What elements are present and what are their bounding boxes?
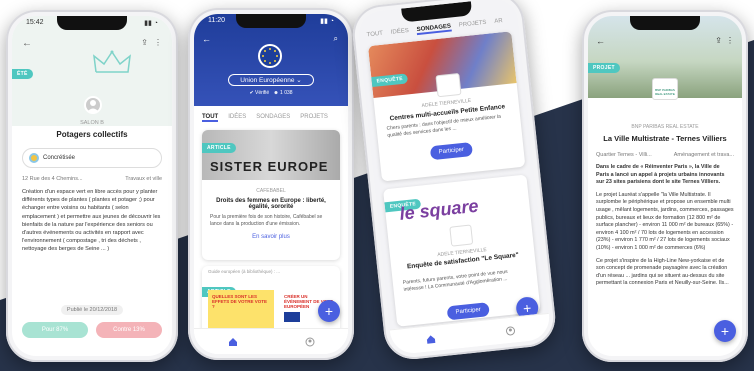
project-author: BNP PARIBAS REAL ESTATE <box>631 124 699 130</box>
followers-icon: ☻ <box>273 90 279 96</box>
card-title: Droits des femmes en Europe : liberté, é… <box>216 198 326 210</box>
phone-union-europeenne: 11:20 ▮▮ ◔ ← ⌕ Union Européenne ⌄ ✔ Vérif… <box>188 8 354 360</box>
paragraph-inspiration: Ce projet s'inspire de la High-Line New-… <box>596 257 729 287</box>
tab-tout[interactable]: TOUT <box>367 31 384 41</box>
header-area: ← ⇪ ⋮ ÉTÉ <box>12 16 172 126</box>
participate-button-2[interactable]: Participer <box>446 302 490 321</box>
share-icon[interactable]: ⇪ <box>141 38 148 47</box>
org-stats: ✔ Vérifié ☻ 1 038 <box>249 90 293 96</box>
tab-sondages[interactable]: SONDAGES <box>256 114 290 122</box>
paragraph-project: Le projet Lauréat s'appelle "la Ville Mu… <box>596 191 734 251</box>
back-icon[interactable]: ← <box>202 34 211 44</box>
article-tag: ARTICLE <box>202 143 236 153</box>
more-icon[interactable]: ⋮ <box>726 36 734 45</box>
survey-excerpt-2: Parents, futurs parents, votre point de … <box>402 268 508 293</box>
tab-projets[interactable]: PROJETS <box>459 20 487 31</box>
vote-no-button[interactable]: Contre 13% <box>96 322 162 338</box>
avatar <box>84 96 102 114</box>
tab-sondages[interactable]: SONDAGES <box>416 23 452 36</box>
survey-image: ENQUÊTE <box>367 31 517 98</box>
paragraph-intro: Dans le cadre de « Réinventer Paris », l… <box>596 164 725 186</box>
back-icon[interactable]: ← <box>22 38 32 49</box>
vote-yes-button[interactable]: Pour 87% <box>22 322 88 338</box>
phone-ville-multistrate: ← ⇪ ⋮ PROJET BNP PARIBAS REAL ESTATE BNP… <box>582 10 748 362</box>
org-name-dropdown[interactable]: Union Européenne ⌄ <box>228 74 314 86</box>
tab-projets[interactable]: PROJETS <box>300 114 328 122</box>
description-text: Création d'un espace vert en libre accès… <box>22 189 161 253</box>
search-icon[interactable]: ⌕ <box>334 34 338 44</box>
meta-row: Quartier Ternes - Villi... Aménagement e… <box>596 152 734 158</box>
tab-bar: TOUT IDÉES SONDAGES PROJETS <box>194 114 348 122</box>
phone-sondages: TOUT IDÉES SONDAGES PROJETS AR ENQUÊTE A… <box>349 0 559 363</box>
publish-date: Publié le 20/12/2018 <box>12 298 172 316</box>
phone-screen: 11:20 ▮▮ ◔ ← ⌕ Union Européenne ⌄ ✔ Vérif… <box>194 14 348 354</box>
article-card[interactable]: ARTICLE SISTER EUROPE CAFEBABEL Droits d… <box>202 130 340 260</box>
phone-notch <box>401 1 473 23</box>
back-icon[interactable]: ← <box>596 36 605 46</box>
home-icon[interactable] <box>228 337 238 347</box>
article-card-2[interactable]: Guide européen (à bibliothèque) : ... AR… <box>202 266 340 336</box>
card-excerpt: Pour la première fois de son histoire, C… <box>210 214 323 227</box>
eu-flag-icon <box>284 312 300 322</box>
more-icon[interactable]: ⋮ <box>154 38 162 47</box>
meta-row: 12 Rue des 4 Chemins... Travaux et ville <box>22 176 162 182</box>
org-logo <box>435 72 462 98</box>
tab-tout[interactable]: TOUT <box>202 114 219 122</box>
survey-tag: ENQUÊTE <box>371 73 409 88</box>
survey-card-1[interactable]: ENQUÊTE ADELE TIERNEVILLE Centres multi-… <box>367 31 526 182</box>
phone-notch <box>630 16 700 30</box>
location-text: 12 Rue des 4 Chemins... <box>22 176 83 182</box>
category-text: Travaux et ville <box>125 176 162 182</box>
add-button[interactable]: + <box>714 320 736 342</box>
page-title: La Ville Multistrate - Ternes Villiers <box>603 134 727 143</box>
bottom-nav <box>194 328 348 354</box>
verified-icon: ✔ <box>249 90 254 96</box>
org-logo-2 <box>449 224 474 247</box>
participate-button[interactable]: Participer <box>430 142 473 161</box>
status-bar: 11:20 ▮▮ ◔ <box>208 17 334 25</box>
share-icon[interactable]: ⇪ <box>715 36 722 45</box>
phone-screen: TOUT IDÉES SONDAGES PROJETS AR ENQUÊTE A… <box>356 0 552 356</box>
eu-logo <box>258 44 282 68</box>
tab-idees[interactable]: IDÉES <box>228 114 246 122</box>
chevron-down-icon: ⌄ <box>296 77 302 84</box>
location-text: Quartier Ternes - Villi... <box>596 152 652 158</box>
org-logo: BNP PARIBAS REAL ESTATE <box>652 78 678 100</box>
profile-icon[interactable] <box>505 325 516 336</box>
status-pill: Concrétisée <box>22 148 162 168</box>
status-icon <box>29 153 39 163</box>
crown-illustration-icon <box>92 50 132 76</box>
page-title: Potagers collectifs <box>56 130 128 139</box>
card-author: CAFEBABEL <box>256 188 286 194</box>
article-image: ARTICLE SISTER EUROPE <box>202 130 340 180</box>
tab-more[interactable]: AR <box>494 18 503 27</box>
add-button[interactable]: + <box>318 300 340 322</box>
card2-header: Guide européen (à bibliothèque) : ... <box>208 269 281 274</box>
phone-screen: 15:42 ▮▮ ◔ ← ⇪ ⋮ ÉTÉ SALON B Potagers col… <box>12 16 172 356</box>
phone-screen: ← ⇪ ⋮ PROJET BNP PARIBAS REAL ESTATE BNP… <box>588 16 742 356</box>
profile-icon[interactable] <box>305 337 315 347</box>
banner-text: SISTER EUROPE <box>210 159 329 174</box>
project-tag: PROJET <box>588 63 620 73</box>
project-description: Dans le cadre de « Réinventer Paris », l… <box>596 164 734 350</box>
phone-potagers: 15:42 ▮▮ ◔ ← ⇪ ⋮ ÉTÉ SALON B Potagers col… <box>6 10 178 362</box>
author-name[interactable]: SALON B <box>12 120 172 126</box>
card2-image-left: QUELLES SONT LES EFFETS DE VOTRE VOTE ? <box>208 290 274 330</box>
category-tag: ÉTÉ <box>12 69 33 79</box>
status-bar: 15:42 ▮▮ ◔ <box>26 19 158 27</box>
home-icon[interactable] <box>425 333 436 344</box>
tab-idees[interactable]: IDÉES <box>391 28 410 38</box>
category-text: Aménagement et trava... <box>673 152 734 158</box>
read-more-link[interactable]: En savoir plus <box>202 234 340 240</box>
